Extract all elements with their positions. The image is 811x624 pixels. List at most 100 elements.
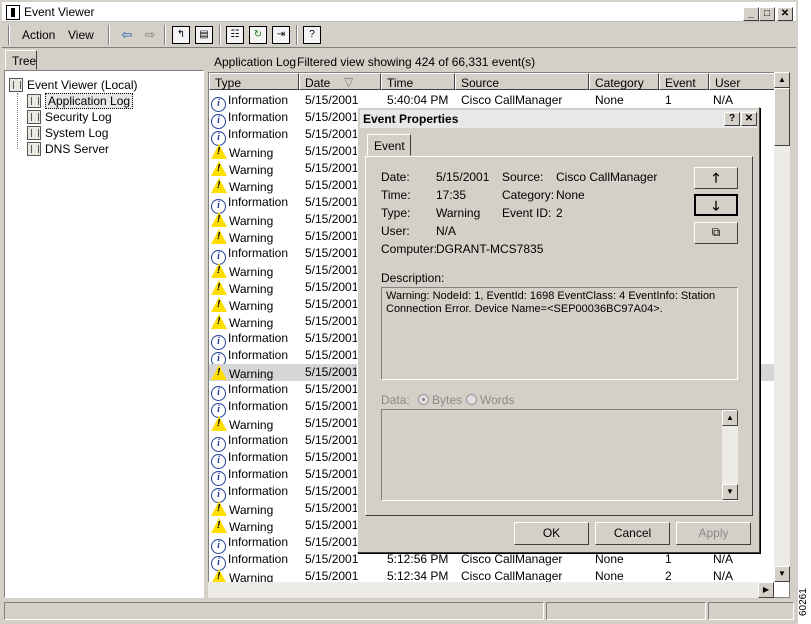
vertical-scrollbar[interactable]: ▲ ▼ [774, 72, 790, 582]
words-label: Words [480, 393, 515, 407]
cell-date: 5/15/2001 [305, 229, 359, 243]
category-value: None [556, 188, 585, 202]
column-header-type[interactable]: Type [209, 73, 299, 90]
cell-date: 5/15/2001 [305, 212, 359, 226]
cell-date: 5/15/2001 [305, 501, 359, 515]
export-list-icon[interactable]: ⇥ [272, 26, 290, 44]
scroll-down-icon[interactable]: ▼ [774, 566, 790, 582]
column-header-time[interactable]: Time [381, 73, 455, 90]
tree-item-dns-server[interactable]: DNS Server [27, 142, 109, 158]
cell-date: 5/15/2001 [305, 433, 359, 447]
sort-descending-icon: ▽ [344, 75, 354, 89]
tree-pane: Event Viewer (Local) Application Log Sec… [4, 70, 204, 598]
status-pane [4, 602, 544, 620]
cell-category: None [595, 93, 624, 107]
tab-tree[interactable]: Tree [5, 50, 37, 70]
scroll-thumb[interactable] [774, 88, 790, 146]
cell-type-label: Warning [229, 418, 274, 432]
previous-event-button[interactable]: 🡑 [694, 167, 738, 189]
table-row[interactable]: i Information 5/15/2001 5:12:56 PM Cisco Cal… [209, 551, 789, 571]
warning-icon [211, 263, 227, 278]
cell-type-label: Information [228, 450, 289, 464]
data-scrollbar[interactable]: ▲ ▼ [722, 410, 738, 500]
cell-time: 5:12:56 PM [387, 552, 449, 566]
cell-time: 5:40:04 PM [387, 93, 449, 107]
horizontal-scrollbar[interactable]: ▶ [208, 582, 774, 598]
cancel-button[interactable]: Cancel [595, 522, 670, 545]
bytes-label: Bytes [432, 393, 463, 407]
time-label: Time: [381, 188, 411, 202]
cell-date: 5/15/2001 [305, 297, 359, 311]
cell-type-label: Information [228, 484, 289, 498]
event-tab-panel: Date: 5/15/2001 Source: Cisco CallManage… [365, 156, 753, 516]
type-value: Warning [436, 206, 481, 220]
cell-type: Warning [211, 365, 273, 381]
bytes-radio: Bytes [418, 393, 462, 407]
arrow-down-icon: 🡓 [712, 198, 720, 213]
dialog-close-button[interactable]: ✕ [741, 112, 757, 126]
tree-item-system-log[interactable]: System Log [27, 126, 108, 142]
copy-icon: ⧉ [711, 225, 721, 239]
menu-view[interactable]: View [68, 28, 94, 42]
event-id-label: Event ID: [502, 206, 552, 220]
column-header-source[interactable]: Source [455, 73, 589, 90]
help-icon[interactable]: ? [303, 26, 321, 44]
show-hide-tree-icon[interactable]: ▤ [195, 26, 213, 44]
maximize-button[interactable]: □ [759, 7, 775, 21]
scroll-right-icon[interactable]: ▶ [758, 582, 774, 598]
tree-connector [17, 93, 18, 149]
cell-type-label: Warning [229, 214, 274, 228]
radio-bytes-icon [418, 394, 429, 405]
tree-item-event-viewer-local[interactable]: Event Viewer (Local) [9, 78, 138, 94]
scroll-up-icon[interactable]: ▲ [722, 410, 738, 426]
tree-item-application-log[interactable]: Application Log [27, 93, 134, 110]
minimize-button[interactable]: _ [743, 7, 759, 21]
computer-label: Computer: [381, 242, 438, 256]
cell-type-label: Warning [229, 231, 274, 245]
status-pane [708, 602, 794, 620]
close-button[interactable]: ✕ [777, 7, 793, 21]
description-text[interactable]: Warning: NodeId: 1, EventId: 1698 EventC… [381, 287, 738, 380]
cell-user: N/A [713, 569, 734, 583]
tab-event[interactable]: Event [367, 134, 411, 156]
cell-type-label: Information [228, 331, 289, 345]
up-folder-icon[interactable]: ↰ [172, 26, 190, 44]
cell-type: Warning [211, 263, 273, 279]
ok-button[interactable]: OK [514, 522, 589, 545]
cell-type-label: Warning [229, 180, 274, 194]
column-header-date[interactable]: Date ▽ [299, 73, 381, 90]
scroll-up-icon[interactable]: ▲ [774, 72, 790, 88]
refresh-icon[interactable]: ↻ [249, 26, 267, 44]
back-arrow-icon[interactable]: ⇦ [117, 25, 137, 45]
tree-item-security-log[interactable]: Security Log [27, 110, 112, 126]
next-event-button[interactable]: 🡓 [694, 194, 738, 216]
event-id-value: 2 [556, 206, 563, 220]
cell-type: Warning [211, 297, 273, 313]
cell-type-label: Warning [229, 299, 274, 313]
warning-icon [211, 501, 227, 516]
cell-source: Cisco CallManager [461, 552, 563, 566]
column-header-category[interactable]: Category [589, 73, 659, 90]
cell-user: N/A [713, 93, 734, 107]
scroll-down-icon[interactable]: ▼ [722, 484, 738, 500]
cell-type: Warning [211, 229, 273, 245]
cell-type-label: Information [228, 382, 289, 396]
cell-date: 5/15/2001 [305, 110, 359, 124]
apply-button[interactable]: Apply [676, 522, 751, 545]
cell-date: 5/15/2001 [305, 161, 359, 175]
column-header-event[interactable]: Event [659, 73, 709, 90]
copy-button[interactable]: ⧉ [694, 222, 738, 244]
cell-type-label: Warning [229, 146, 274, 160]
data-box[interactable]: ▲ ▼ [381, 409, 738, 501]
status-bar [4, 602, 798, 620]
status-pane [546, 602, 706, 620]
dialog-help-button[interactable]: ? [724, 112, 740, 126]
cell-category: None [595, 569, 624, 583]
menu-action[interactable]: Action [22, 28, 55, 42]
cell-category: None [595, 552, 624, 566]
forward-arrow-icon[interactable]: ⇨ [140, 25, 160, 45]
tree-item-label: Application Log [45, 93, 134, 109]
properties-icon[interactable]: ☷ [226, 26, 244, 44]
title-bar: Event Viewer _ □ ✕ [2, 2, 796, 22]
log-header: Application Log Filtered view showing 42… [208, 52, 796, 72]
